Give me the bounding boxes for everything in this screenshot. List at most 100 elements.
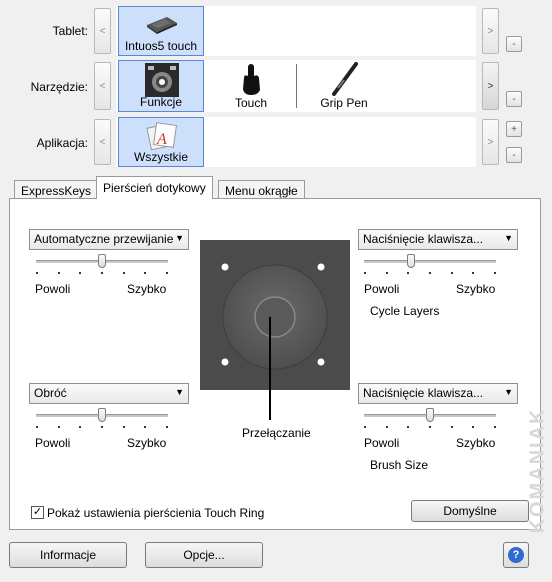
bottom-right-slow-label: Powoli [364,436,400,450]
slider-tick [494,272,496,274]
bottom-left-speed-slider[interactable] [36,408,168,430]
application-add-button[interactable]: + [506,121,522,137]
slider-tick [101,426,103,428]
slider-tick [79,272,81,274]
top-right-caption: Cycle Layers [370,304,440,318]
dropdown-value: Naciśnięcie klawisza... [363,386,484,400]
slider-tick [36,426,38,428]
tool-remove-button[interactable]: - [506,91,522,107]
slider-tick [429,272,431,274]
tool-strip: Funkcje Touch Grip Pen [116,60,476,112]
tablet-item-intuos5[interactable]: Intuos5 touch [118,6,204,56]
tool-item-touch[interactable]: Touch [208,60,294,112]
tab-radial-menu[interactable]: Menu okrągłe [218,180,305,199]
top-left-function-dropdown[interactable]: Automatyczne przewijanie ▼ [29,229,189,250]
tool-label: Narzędzie: [30,80,88,94]
slider-tick [386,272,388,274]
svg-text:A: A [156,131,167,148]
application-label: Aplikacja: [36,136,88,150]
application-item-all[interactable]: A Wszystkie [118,117,204,167]
slider-tick [451,272,453,274]
top-right-fast-label: Szybko [456,282,496,296]
bottom-right-caption: Brush Size [370,458,429,472]
slider-tick [472,426,474,428]
bottom-left-function-dropdown[interactable]: Obróć ▼ [29,383,189,404]
checkmark-icon: ✓ [32,506,43,518]
slider-tick [36,272,38,274]
slider-thumb[interactable] [407,254,415,268]
tab-expresskeys[interactable]: ExpressKeys [14,180,99,199]
default-button[interactable]: Domyślne [411,500,529,522]
slider-tick [144,426,146,428]
tool-item-funkcje[interactable]: Funkcje [118,60,204,112]
applications-icon: A [146,122,177,151]
application-strip: A Wszystkie [116,117,476,167]
show-ring-settings-checkbox[interactable]: ✓ [31,506,44,519]
tablet-next-button[interactable]: > [482,8,499,54]
tool-item-grip-pen[interactable]: Grip Pen [300,60,388,112]
functions-icon [145,63,179,97]
chevron-down-icon: ▼ [175,233,184,243]
tab-touch-ring[interactable]: Pierścień dotykowy [96,176,213,199]
tablet-prev-button[interactable]: < [94,8,111,54]
info-button[interactable]: Informacje [9,542,127,568]
slider-thumb[interactable] [98,254,106,268]
dropdown-value: Automatyczne przewijanie [34,232,174,246]
bottom-left-fast-label: Szybko [127,436,167,450]
tool-next-button[interactable]: > [482,62,499,110]
tool-item-label: Funkcje [139,95,183,109]
slider-tick [364,272,366,274]
top-left-fast-label: Szybko [127,282,167,296]
bottom-right-fast-label: Szybko [456,436,496,450]
help-icon: ? [508,547,524,563]
tool-item-label: Touch [234,96,268,110]
slider-tick [386,426,388,428]
show-ring-settings-label[interactable]: Pokaż ustawienia pierścienia Touch Ring [47,506,264,520]
application-prev-button[interactable]: < [94,119,111,165]
slider-tick [58,272,60,274]
top-right-slow-label: Powoli [364,282,400,296]
slider-tick [101,272,103,274]
touch-ring-graphic [200,240,350,390]
pen-icon [332,62,358,96]
tablet-strip: Intuos5 touch [116,6,476,56]
tool-item-label: Grip Pen [320,96,368,110]
slider-thumb[interactable] [426,408,434,422]
dropdown-value: Naciśnięcie klawisza... [363,232,484,246]
center-leader-line [269,390,271,420]
help-button[interactable]: ? [503,542,529,568]
top-left-speed-slider[interactable] [36,254,168,276]
slider-tick [429,426,431,428]
dropdown-value: Obróć [34,386,67,400]
touch-ring-illustration [200,240,350,390]
slider-tick [407,272,409,274]
tablet-label: Tablet: [52,24,88,38]
top-right-speed-slider[interactable] [364,254,496,276]
slider-tick [58,426,60,428]
application-remove-button[interactable]: - [506,147,522,163]
slider-tick [494,426,496,428]
tool-prev-button[interactable]: < [94,62,111,110]
slider-tick [166,426,168,428]
slider-tick [79,426,81,428]
bottom-left-slow-label: Powoli [35,436,71,450]
slider-tick [407,426,409,428]
watermark: KOMANIAK [527,360,549,580]
slider-tick [364,426,366,428]
chevron-down-icon: ▼ [175,387,184,397]
slider-tick [123,426,125,428]
application-item-label: Wszystkie [134,150,188,164]
bottom-right-speed-slider[interactable] [364,408,496,430]
top-right-function-dropdown[interactable]: Naciśnięcie klawisza... ▼ [358,229,518,250]
options-button[interactable]: Opcje... [145,542,263,568]
slider-tick [472,272,474,274]
bottom-right-function-dropdown[interactable]: Naciśnięcie klawisza... ▼ [358,383,518,404]
slider-thumb[interactable] [98,408,106,422]
chevron-down-icon: ▼ [504,233,513,243]
tablet-item-label: Intuos5 touch [124,39,198,53]
tablet-remove-button[interactable]: - [506,36,522,52]
application-next-button[interactable]: > [482,119,499,165]
slider-tick [166,272,168,274]
slider-tick [451,426,453,428]
touch-hand-icon [243,64,260,95]
